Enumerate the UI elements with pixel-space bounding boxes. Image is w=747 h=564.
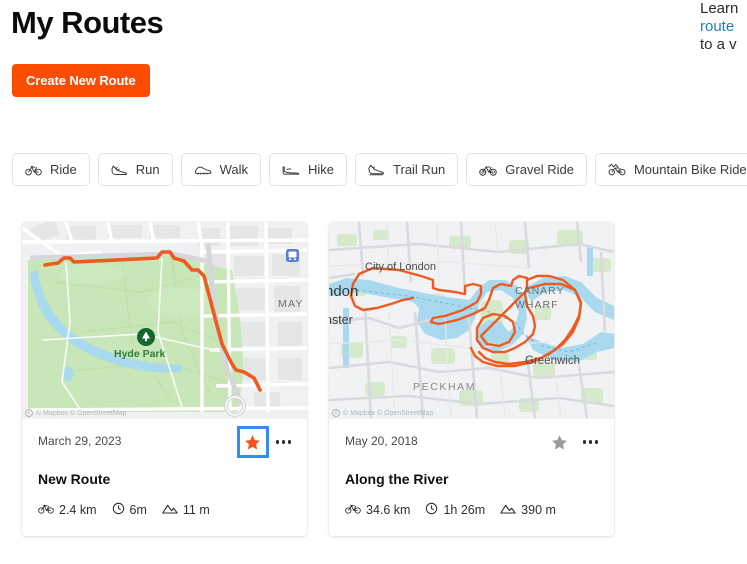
route-card-grid: Hyde Park MAY c © Mapbox © OpenStreetMap… [22, 222, 614, 536]
gravel-bike-icon [479, 164, 498, 176]
filter-pill-label: Ride [50, 162, 77, 177]
route-map-preview[interactable]: Hyde Park MAY c © Mapbox © OpenStreetMap [22, 222, 307, 419]
activity-filter-row: Ride Run Walk Hike Trail Run Gravel Ride… [12, 153, 747, 186]
route-elevation: 11 m [162, 503, 210, 518]
route-card-actions [547, 429, 601, 455]
map-graphic [22, 222, 307, 419]
filter-pill-run[interactable]: Run [97, 153, 173, 186]
route-card-actions [236, 426, 294, 458]
route-time-value: 6m [129, 503, 147, 517]
map-attribution: c © Mapbox © OpenStreetMap [332, 409, 433, 417]
route-elevation-value: 11 m [182, 503, 210, 517]
filter-pill-gravel-ride[interactable]: Gravel Ride [466, 153, 587, 186]
map-graphic [329, 222, 614, 419]
filter-pill-label: Walk [219, 162, 249, 177]
route-map-preview[interactable]: City of London ndon nster CANARY WHARF G… [329, 222, 614, 419]
copyright-icon: c [25, 409, 33, 417]
route-distance-value: 2.4 km [59, 503, 97, 517]
route-options-menu-button[interactable] [581, 434, 601, 450]
hiking-boot-icon [282, 164, 300, 176]
route-elevation-value: 390 m [521, 503, 556, 517]
transit-station-icon [286, 249, 299, 262]
star-outline-icon [552, 434, 567, 449]
route-time-value: 1h 26m [443, 503, 486, 517]
route-card-body: May 20, 2018 Along the River 34.6 km 1h … [329, 419, 614, 536]
star-button[interactable] [547, 429, 573, 455]
route-time: 1h 26m [425, 502, 485, 518]
bicycle-icon [345, 503, 361, 517]
filter-pill-hike[interactable]: Hike [269, 153, 348, 186]
copyright-icon: c [332, 409, 340, 417]
filter-pill-ride[interactable]: Ride [12, 153, 90, 186]
bicycle-icon [38, 503, 54, 517]
route-card[interactable]: City of London ndon nster CANARY WHARF G… [329, 222, 614, 536]
create-new-route-button[interactable]: Create New Route [12, 64, 150, 97]
route-card-body: March 29, 2023 New Route 2.4 km 6m 11 m [22, 419, 307, 536]
route-card[interactable]: Hyde Park MAY c © Mapbox © OpenStreetMap… [22, 222, 307, 536]
promo-line-3: to a v [700, 36, 737, 53]
filter-pill-label: Hike [308, 162, 335, 177]
filter-pill-label: Trail Run [393, 162, 446, 177]
route-elevation: 390 m [500, 503, 556, 518]
route-name: Along the River [345, 471, 449, 487]
mountain-icon [162, 503, 178, 518]
filter-pill-label: Run [135, 162, 160, 177]
mountain-icon [500, 503, 516, 518]
filter-pill-mountain-bike-ride[interactable]: Mountain Bike Ride [594, 153, 747, 186]
page-title: My Routes [11, 5, 164, 40]
route-time: 6m [112, 502, 147, 518]
running-shoe-icon [111, 163, 128, 176]
filter-pill-walk[interactable]: Walk [180, 153, 262, 186]
star-filled-icon [245, 434, 260, 449]
clock-icon [112, 502, 125, 518]
my-routes-page: My Routes Create New Route Learn route t… [0, 0, 747, 564]
route-distance-value: 34.6 km [366, 503, 411, 517]
trail-shoe-icon [368, 163, 385, 176]
park-marker-icon [137, 328, 155, 346]
clock-icon [425, 502, 438, 518]
filter-pill-label: Gravel Ride [505, 162, 574, 177]
map-attribution-text: © Mapbox © OpenStreetMap [36, 409, 127, 417]
filter-pill-label: Mountain Bike Ride [633, 162, 747, 177]
route-name: New Route [38, 471, 111, 487]
route-stats: 2.4 km 6m 11 m [38, 502, 291, 518]
route-options-menu-button[interactable] [274, 434, 294, 450]
promo-link[interactable]: route [700, 18, 747, 36]
route-distance: 34.6 km [345, 503, 410, 517]
bicycle-icon [25, 164, 42, 176]
star-button[interactable] [236, 426, 269, 458]
filter-pill-trail-run[interactable]: Trail Run [355, 153, 459, 186]
map-attribution: c © Mapbox © OpenStreetMap [25, 409, 126, 417]
route-stats: 34.6 km 1h 26m 390 m [345, 502, 598, 518]
map-attribution-text: © Mapbox © OpenStreetMap [343, 409, 434, 417]
walking-shoe-icon [194, 164, 212, 176]
promo-line-1: Learn [700, 0, 739, 17]
route-distance: 2.4 km [38, 503, 97, 517]
mountain-bike-icon [608, 163, 626, 176]
promo-text: Learn route to a v [700, 0, 747, 54]
